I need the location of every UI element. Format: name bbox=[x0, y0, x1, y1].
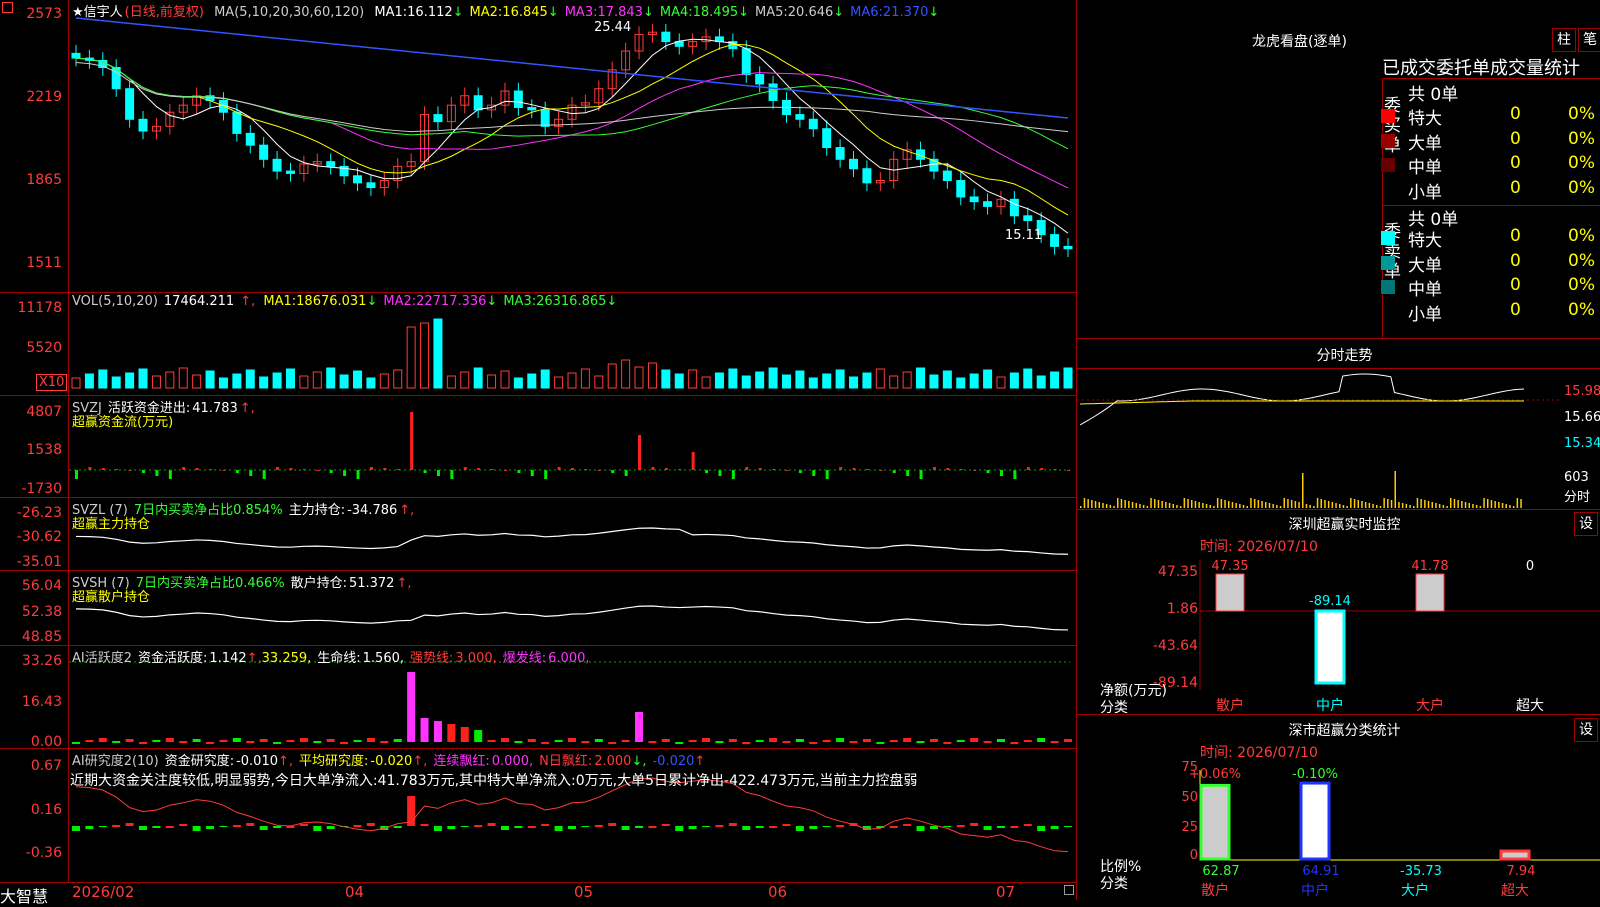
classify-category-label: 超大 bbox=[1501, 883, 1529, 899]
classify-bar bbox=[1299, 781, 1331, 861]
classify-category-label: 中户 bbox=[1301, 882, 1329, 899]
classify-bar bbox=[1199, 783, 1231, 861]
classify-category-label: 散户 bbox=[1201, 882, 1229, 899]
classify-bar bbox=[1499, 849, 1531, 861]
classify-bottom-label: 64.91 bbox=[1302, 864, 1339, 879]
classify-bottom-label: 62.87 bbox=[1202, 864, 1239, 879]
classify-top-label: -0.10% bbox=[1292, 767, 1338, 782]
classify-bottom-label: 7.94 bbox=[1507, 864, 1536, 879]
classify-top-label: +0.06% bbox=[1189, 767, 1241, 782]
classify-bottom-label: -35.73 bbox=[1400, 864, 1442, 879]
classify-chart: +0.06% 62.87 散户 -0.10% 64.91 中户 -35.73 大户 7.94 超大 bbox=[1189, 767, 1600, 899]
classify-category-label: 大户 bbox=[1401, 882, 1429, 899]
